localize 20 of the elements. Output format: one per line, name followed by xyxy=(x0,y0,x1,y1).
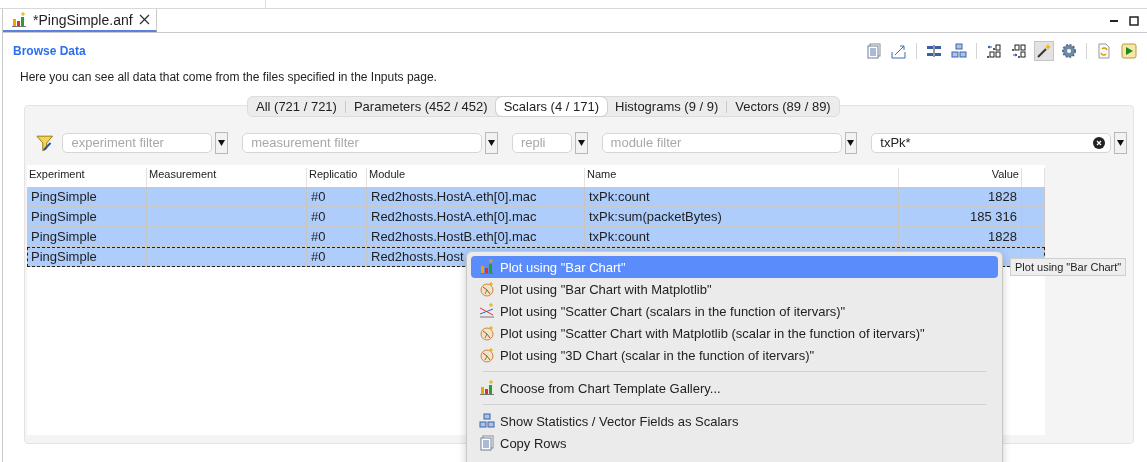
table-cell: 1828 xyxy=(899,227,1022,246)
table-cell: #0 xyxy=(307,227,367,246)
table-cell: Red2hosts.HostA.eth[0].mac xyxy=(367,207,585,226)
table-cell: txPk:sum(packetBytes) xyxy=(585,207,899,226)
section-title: Browse Data xyxy=(13,44,86,58)
table-cell: #0 xyxy=(307,207,367,226)
table-cell: Red2hosts.HostB.eth[0].mac xyxy=(367,227,585,246)
table-cell: 185 316 xyxy=(899,207,1022,226)
table-cell: PingSimple xyxy=(27,227,147,246)
table-cell: #0 xyxy=(307,187,367,206)
description-text: Here you can see all data that come from the files specified in the Inputs page. xyxy=(19,69,438,86)
table-cell: PingSimple xyxy=(27,207,147,226)
table-cell: 1828 xyxy=(899,187,1022,206)
table-cell: PingSimple xyxy=(27,247,147,266)
table-cell: txPk:count xyxy=(585,187,899,206)
table-cell: Red2hosts.HostA.eth[0].mac xyxy=(367,187,585,206)
table-cell: txPk:count xyxy=(585,227,899,246)
tooltip: Plot using "Bar Chart" xyxy=(1010,258,1127,276)
table-cell: #0 xyxy=(307,247,367,266)
table-cell: PingSimple xyxy=(27,187,147,206)
